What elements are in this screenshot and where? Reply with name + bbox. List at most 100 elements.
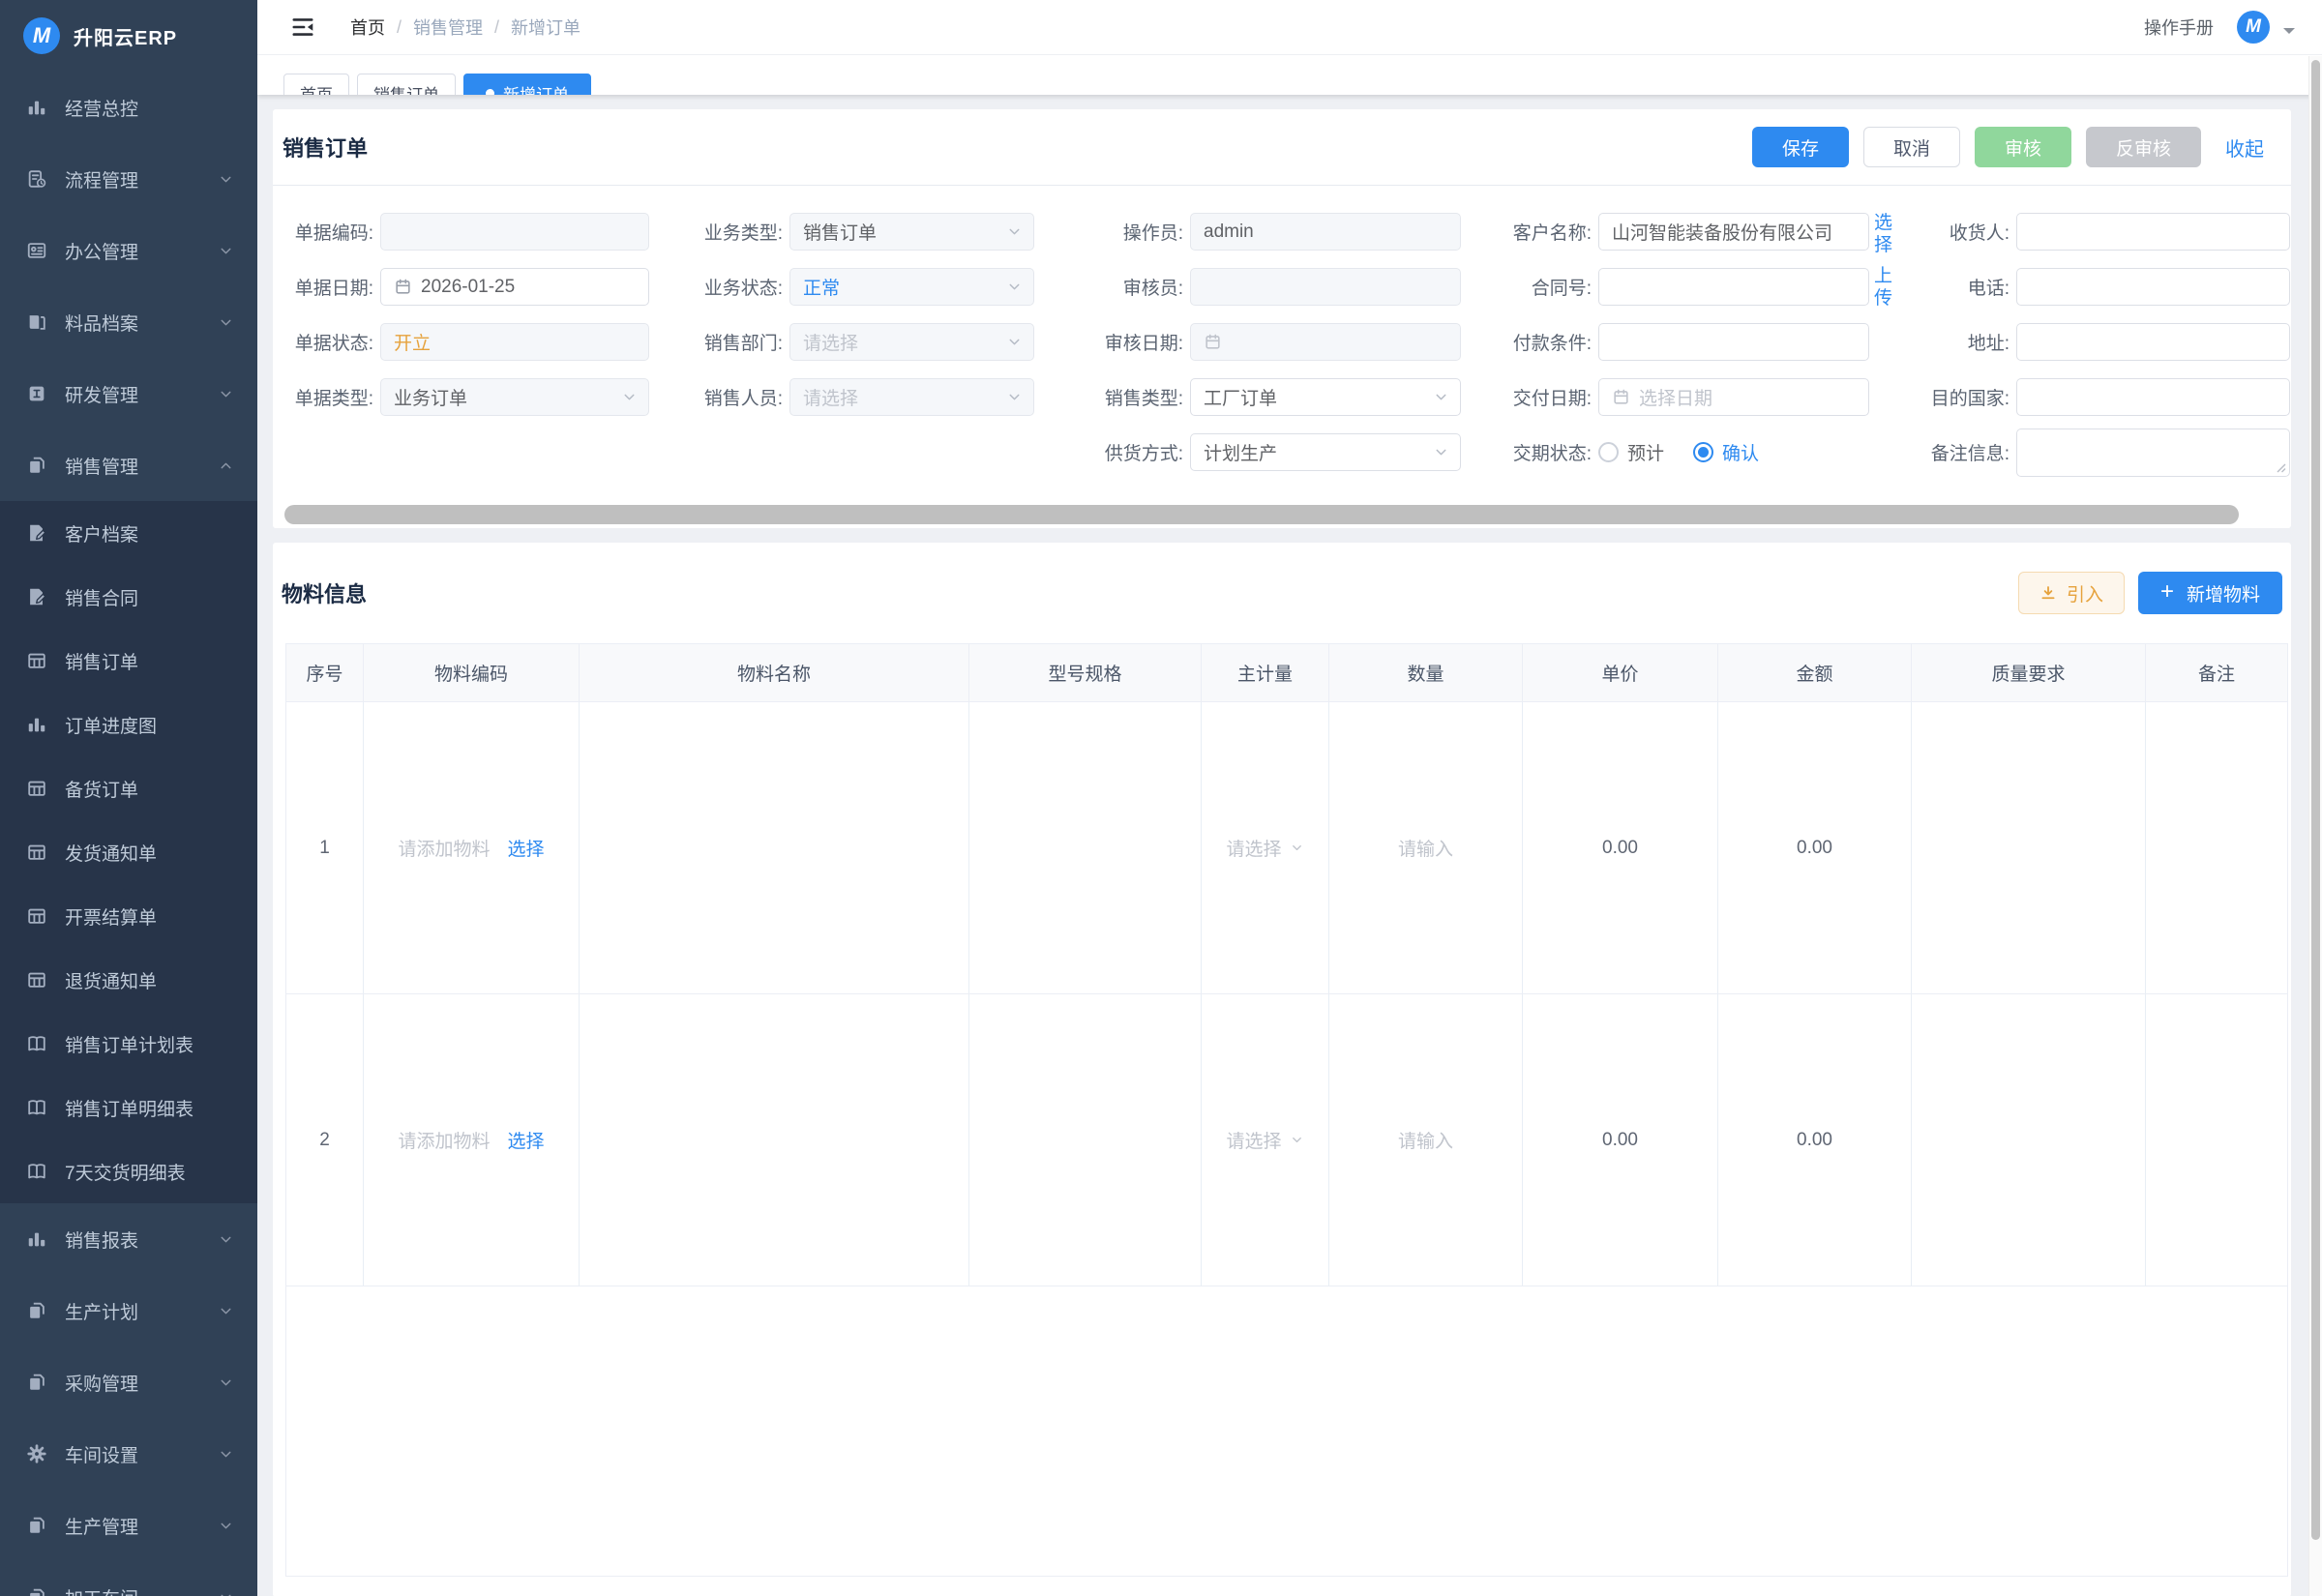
collapse-link[interactable]: 收起 [2225,133,2264,162]
caret-down-icon[interactable] [2283,28,2295,40]
material-select-link[interactable]: 选择 [508,1127,545,1153]
book-open-icon [26,1033,47,1054]
customer-input[interactable]: 山河智能装备股份有限公司 [1598,213,1869,251]
sidebar-item-shipping-notice[interactable]: 发货通知单 [0,820,257,884]
doc-status-label: 单据状态: [281,329,373,355]
sidebar-item-purchase-mgmt[interactable]: 采购管理 [0,1346,257,1418]
form-column-2: 业务类型: 销售订单 业务状态: 正常 销售 [682,204,1034,425]
sidebar-item-order-plan-report[interactable]: 销售订单计划表 [0,1012,257,1076]
payment-terms-label: 付款条件: [1495,329,1592,355]
sales-person-select[interactable]: 请选择 [789,378,1034,416]
sales-dept-select[interactable]: 请选择 [789,323,1034,361]
qty-input-cell[interactable]: 请输入 [1329,994,1523,1286]
quality-cell[interactable] [1912,702,2146,993]
chevron-down-icon [621,389,638,405]
audit-date-input[interactable] [1190,323,1461,361]
sidebar-item-sales-report[interactable]: 销售报表 [0,1203,257,1275]
add-material-button[interactable]: + 新增物料 [2138,572,2282,614]
price-cell[interactable]: 0.00 [1523,994,1718,1286]
horizontal-scrollbar-thumb[interactable] [284,505,2239,524]
sidebar-item-stock-order[interactable]: 备货订单 [0,756,257,820]
sidebar-item-order-detail-report[interactable]: 销售订单明细表 [0,1076,257,1139]
chevron-down-icon [1290,1133,1304,1147]
sidebar-item-7day-delivery-report[interactable]: 7天交货明细表 [0,1139,257,1203]
biz-status-label: 业务状态: [682,274,783,300]
biz-status-select[interactable]: 正常 [789,268,1034,306]
dest-country-input[interactable] [2016,378,2290,416]
customer-upload-link[interactable]: 上传 [1874,265,1895,310]
save-button[interactable]: 保存 [1752,127,1849,167]
sidebar-item-workshop-settings[interactable]: 车间设置 [0,1418,257,1490]
remark-textarea[interactable] [2016,429,2290,477]
resize-handle-icon[interactable] [2275,461,2286,473]
radio-confirmed-label[interactable]: 确认 [1722,439,1759,465]
material-select-link[interactable]: 选择 [508,835,545,861]
sidebar-item-machining-workshop[interactable]: 加工车间 [0,1561,257,1596]
sidebar-item-material-archive[interactable]: 料品档案 [0,286,257,358]
tab-home[interactable]: 首页 [283,74,349,95]
operator-input[interactable]: admin [1190,213,1461,251]
remark-cell[interactable] [2146,994,2287,1286]
contract-no-input[interactable] [1598,268,1869,306]
sidebar-item-sales-mgmt[interactable]: 销售管理 [0,429,257,501]
spec-cell[interactable] [969,994,1202,1286]
plus-icon: + [2160,580,2174,604]
sidebar-item-return-notice[interactable]: 退货通知单 [0,948,257,1012]
doc-code-input[interactable] [380,213,649,251]
doc-date-input[interactable]: 2026-01-25 [380,268,649,306]
sidebar-item-office-mgmt[interactable]: 办公管理 [0,215,257,286]
material-name-cell[interactable] [580,702,969,993]
supply-mode-label: 供货方式: [1098,439,1183,465]
quality-cell[interactable] [1912,994,2146,1286]
material-code-placeholder: 请添加物料 [398,835,490,861]
sidebar-item-order-progress[interactable]: 订单进度图 [0,693,257,756]
auditor-input[interactable] [1190,268,1461,306]
sidebar-item-rnd-mgmt[interactable]: 研发管理 [0,358,257,429]
sales-type-select[interactable]: 工厂订单 [1190,378,1461,416]
sidebar-item-sales-contract[interactable]: 销售合同 [0,565,257,629]
app-logo[interactable]: M 升阳云ERP [0,0,257,72]
phone-input[interactable] [2016,268,2290,306]
breadcrumb-new-order[interactable]: 新增订单 [511,15,580,40]
delivery-date-input[interactable]: 选择日期 [1598,378,1869,416]
radio-confirmed[interactable] [1693,442,1713,462]
doc-status-input[interactable]: 开立 [380,323,649,361]
sidebar-item-process-mgmt[interactable]: 流程管理 [0,143,257,215]
manual-link[interactable]: 操作手册 [2144,15,2214,40]
material-code-placeholder: 请添加物料 [398,1127,490,1153]
sidebar-item-business-overview[interactable]: 经营总控 [0,72,257,143]
remark-cell[interactable] [2146,702,2287,993]
sidebar-item-invoice-settlement[interactable]: 开票结算单 [0,884,257,948]
unaudit-button[interactable]: 反审核 [2086,127,2201,167]
material-name-cell[interactable] [580,994,969,1286]
vertical-scrollbar-thumb[interactable] [2311,60,2320,1540]
biz-type-select[interactable]: 销售订单 [789,213,1034,251]
qty-input-cell[interactable]: 请输入 [1329,702,1523,993]
breadcrumb-home[interactable]: 首页 [350,15,385,40]
supply-mode-select[interactable]: 计划生产 [1190,433,1461,471]
cancel-button[interactable]: 取消 [1863,127,1960,167]
radio-expected[interactable] [1598,442,1619,462]
address-input[interactable] [2016,323,2290,361]
sidebar-item-production-plan[interactable]: 生产计划 [0,1275,257,1346]
price-cell[interactable]: 0.00 [1523,702,1718,993]
pages-icon [26,1300,47,1321]
radio-expected-label[interactable]: 预计 [1627,439,1664,465]
breadcrumb-sales-mgmt[interactable]: 销售管理 [413,15,483,40]
unit-select-cell[interactable]: 请选择 [1202,994,1329,1286]
payment-terms-input[interactable] [1598,323,1869,361]
sidebar-item-production-mgmt[interactable]: 生产管理 [0,1490,257,1561]
user-avatar[interactable]: M [2237,11,2270,44]
import-button[interactable]: 引入 [2018,572,2125,614]
sidebar-item-sales-order[interactable]: 销售订单 [0,629,257,693]
audit-button[interactable]: 审核 [1975,127,2071,167]
menu-fold-icon[interactable] [290,15,315,40]
receiver-input[interactable] [2016,213,2290,251]
doc-type-select[interactable]: 业务订单 [380,378,649,416]
spec-cell[interactable] [969,702,1202,993]
customer-select-link[interactable]: 选择 [1874,212,1895,256]
tab-new-order[interactable]: 新增订单 [463,74,591,95]
tab-sales-order[interactable]: 销售订单 [357,74,456,95]
unit-select-cell[interactable]: 请选择 [1202,702,1329,993]
sidebar-item-customer-archive[interactable]: 客户档案 [0,501,257,565]
